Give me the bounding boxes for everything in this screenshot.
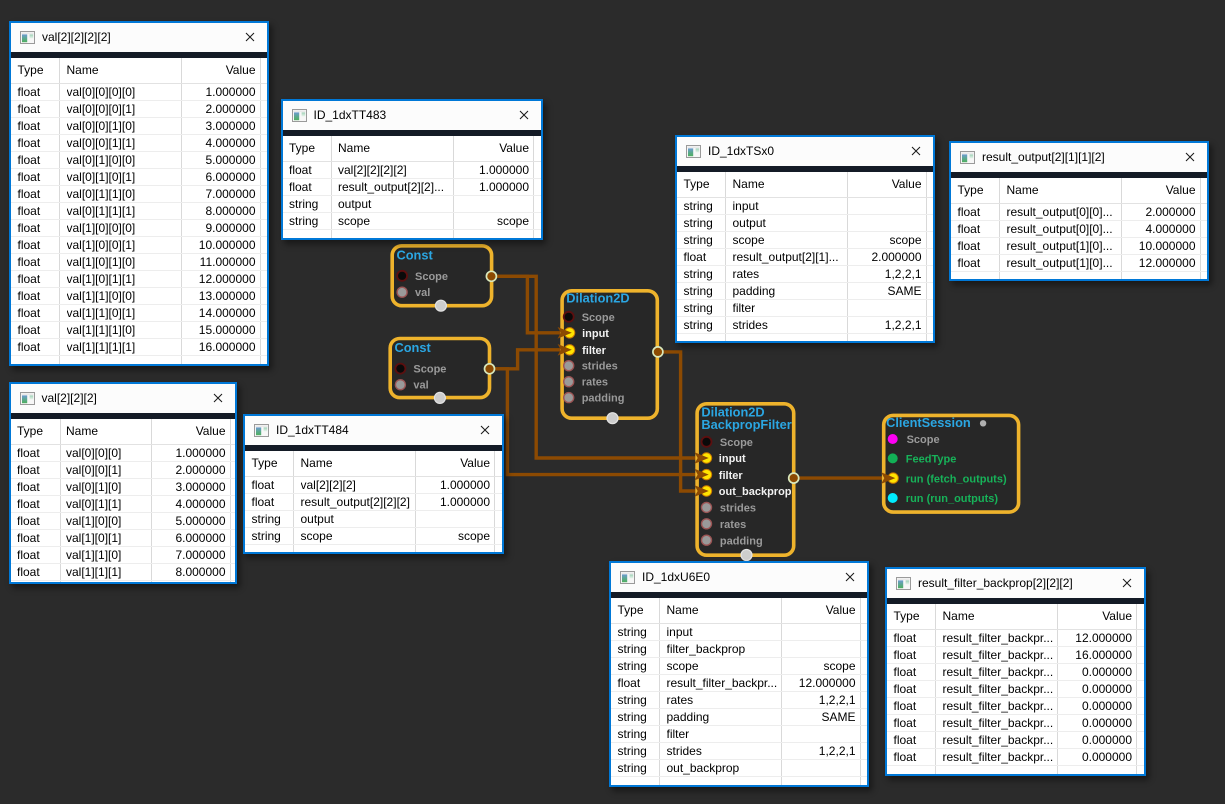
svg-text:BackpropFilter: BackpropFilter <box>701 417 791 432</box>
svg-text:ClientSession: ClientSession <box>886 415 971 430</box>
svg-text:Scope: Scope <box>907 434 940 446</box>
svg-text:run (run_outputs): run (run_outputs) <box>906 493 999 505</box>
svg-text:Const: Const <box>395 340 432 355</box>
svg-text:Scope: Scope <box>720 437 753 449</box>
svg-text:strides: strides <box>582 361 618 373</box>
svg-text:rates: rates <box>720 519 746 531</box>
svg-text:padding: padding <box>582 393 625 405</box>
svg-text:filter: filter <box>582 345 607 357</box>
svg-text:val: val <box>413 380 428 392</box>
svg-text:input: input <box>719 453 746 465</box>
svg-text:Scope: Scope <box>415 271 448 283</box>
svg-text:rates: rates <box>582 377 608 389</box>
svg-text:Const: Const <box>397 248 434 263</box>
svg-text:Scope: Scope <box>582 312 615 324</box>
svg-text:input: input <box>582 328 609 340</box>
svg-text:run (fetch_outputs): run (fetch_outputs) <box>906 473 1007 485</box>
svg-text:padding: padding <box>720 535 763 547</box>
svg-text:out_backprop: out_backprop <box>719 486 792 498</box>
svg-text:FeedType: FeedType <box>906 454 957 466</box>
svg-text:strides: strides <box>720 503 756 515</box>
svg-text:filter: filter <box>719 470 744 482</box>
svg-text:Dilation2D: Dilation2D <box>566 291 629 306</box>
svg-text:val: val <box>415 287 430 299</box>
svg-text:Scope: Scope <box>413 364 446 376</box>
